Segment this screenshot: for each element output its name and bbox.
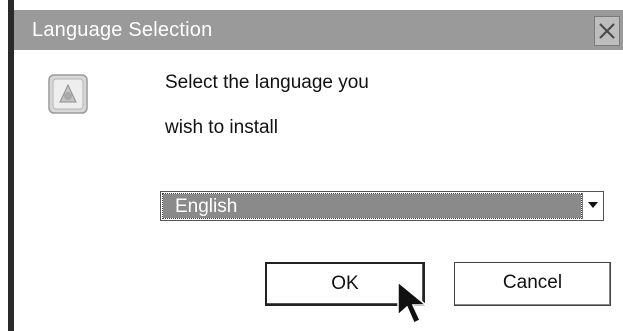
close-button[interactable] — [594, 16, 620, 46]
dropdown-arrow-button[interactable] — [582, 193, 602, 219]
language-dropdown[interactable]: English — [160, 191, 604, 221]
title-bar[interactable]: Language Selection — [14, 10, 623, 50]
mouse-pointer-icon — [397, 281, 429, 325]
language-dropdown-selection[interactable]: English — [162, 193, 582, 219]
dialog-body: Select the language you wish to install … — [14, 50, 623, 331]
chevron-down-icon — [587, 202, 598, 208]
window-title: Language Selection — [32, 19, 213, 41]
instruction-text-line1: Select the language you — [165, 72, 369, 93]
instruction-text-line2: wish to install — [165, 117, 278, 138]
close-icon — [599, 23, 615, 39]
cancel-button[interactable]: Cancel — [454, 262, 611, 306]
installer-app-icon — [48, 74, 88, 114]
language-dropdown-value: English — [175, 196, 238, 217]
language-selection-dialog: Language Selection Select the language y… — [0, 0, 623, 331]
